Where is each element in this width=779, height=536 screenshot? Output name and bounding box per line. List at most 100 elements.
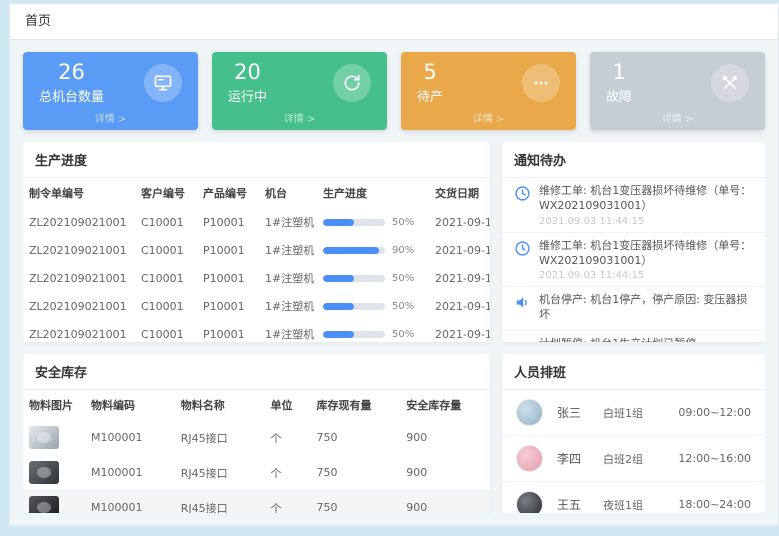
product-no: P10001 [197, 292, 259, 320]
material-image [29, 496, 59, 513]
list-item[interactable]: 计划暂停: 机台1生产计划已暂停 2021.09.03 11:44:15 [502, 331, 765, 342]
progress-bar: 50% [323, 329, 423, 340]
notices-panel: 通知待办 维修工单: 机台1变压器损坏待维修（单号：WX202109031001… [502, 142, 765, 342]
card-total-machines[interactable]: 26 总机台数量 详情 > [23, 52, 198, 130]
machine: 1#注塑机 [259, 208, 317, 236]
person-shift: 白班2组 [603, 451, 669, 467]
waiting-detail-link[interactable]: 详情 > [417, 107, 560, 130]
speaker-icon [514, 338, 531, 342]
card-waiting[interactable]: 5 待产 详情 > [401, 52, 576, 130]
list-item: 李四 白班2组 12:00~16:00 [502, 436, 765, 482]
running-detail-link[interactable]: 详情 > [228, 107, 371, 130]
safety-stock: 900 [400, 455, 490, 490]
avatar [516, 399, 543, 426]
notice-body: 维修工单: 机台1变压器损坏待维修（单号：WX202109031001） 202… [539, 184, 753, 227]
tab-home[interactable]: 首页 [25, 4, 51, 39]
customer-no: C10001 [135, 320, 197, 342]
progress-bar: 50% [323, 273, 423, 284]
machine: 1#注塑机 [259, 264, 317, 292]
table-row: ZL202109021001 C10001 P10001 1#注塑机 90% 2… [23, 236, 490, 264]
waiting-value: 5 [417, 61, 443, 84]
table-header-row: 物料图片 物料编码 物料名称 单位 库存现有量 安全库存量 [23, 390, 490, 420]
customer-no: C10001 [135, 292, 197, 320]
card-text: 26 总机台数量 [39, 61, 104, 105]
table-row: M100001 RJ45接口 个 750 900 [23, 420, 490, 455]
col-current-stock: 库存现有量 [311, 390, 401, 420]
table-row: ZL202109021001 C10001 P10001 1#注塑机 50% 2… [23, 320, 490, 342]
material-name: RJ45接口 [175, 455, 265, 490]
customer-no: C10001 [135, 236, 197, 264]
card-text: 5 待产 [417, 61, 443, 105]
notice-text: 机台停产: 机台1停产，停产原因: 变压器损坏 [539, 293, 753, 323]
avatar [516, 491, 543, 513]
table-header-row: 制令单编号 客户编号 产品编号 机台 生产进度 交货日期 [23, 178, 490, 208]
waiting-label: 待产 [417, 86, 443, 105]
progress-percent: 50% [392, 273, 414, 284]
material-code: M100001 [85, 420, 175, 455]
col-order-no: 制令单编号 [23, 178, 135, 208]
card-running[interactable]: 20 运行中 详情 > [212, 52, 387, 130]
notice-body: 计划暂停: 机台1生产计划已暂停 2021.09.03 11:44:15 [539, 337, 696, 342]
order-no: ZL202109021001 [23, 292, 135, 320]
col-material-name: 物料名称 [175, 390, 265, 420]
production-progress-panel: 生产进度 制令单编号 客户编号 产品编号 机台 生产进度 交货日期 [23, 142, 490, 342]
total-machines-label: 总机台数量 [39, 86, 104, 105]
list-item: 王五 夜班1组 18:00~24:00 [502, 482, 765, 513]
total-machines-value: 26 [39, 61, 104, 84]
list-item[interactable]: 维修工单: 机台1变压器损坏待维修（单号：WX202109031001） 202… [502, 233, 765, 288]
delivery-date: 2021-09-10 [429, 264, 490, 292]
clock-icon [514, 240, 531, 257]
total-machines-detail-link[interactable]: 详情 > [39, 107, 182, 130]
material-code: M100001 [85, 490, 175, 513]
card-body: 1 故障 [606, 61, 749, 105]
unit: 个 [265, 490, 311, 513]
table-row: ZL202109021001 C10001 P10001 1#注塑机 50% 2… [23, 208, 490, 236]
notice-timestamp: 2021.09.03 11:44:15 [539, 216, 753, 227]
safety-stock: 900 [400, 420, 490, 455]
notice-text: 维修工单: 机台1变压器损坏待维修（单号：WX202109031001） [539, 239, 753, 269]
production-progress-title: 生产进度 [23, 142, 490, 178]
order-no: ZL202109021001 [23, 208, 135, 236]
top-navigation-bar: 首页 [10, 4, 778, 40]
table-row: M100001 RJ45接口 个 750 900 [23, 455, 490, 490]
material-code: M100001 [85, 455, 175, 490]
progress-bar: 90% [323, 245, 423, 256]
col-progress: 生产进度 [317, 178, 429, 208]
person-name: 李四 [557, 450, 603, 467]
dashboard-window: 首页 26 总机台数量 详情 > [9, 3, 779, 526]
col-material-image: 物料图片 [23, 390, 85, 420]
fault-icon [711, 64, 749, 102]
product-no: P10001 [197, 208, 259, 236]
staff-schedule-title: 人员排班 [502, 354, 765, 390]
notice-body: 机台停产: 机台1停产，停产原因: 变压器损坏 [539, 293, 753, 325]
safety-stock: 900 [400, 490, 490, 513]
list-item[interactable]: 机台停产: 机台1停产，停产原因: 变压器损坏 [502, 287, 765, 331]
person-name: 张三 [557, 404, 603, 421]
speaker-icon [514, 294, 531, 311]
current-stock: 750 [311, 455, 401, 490]
progress-percent: 50% [392, 329, 414, 340]
progress-percent: 50% [392, 217, 414, 228]
person-shift: 夜班1组 [603, 497, 669, 513]
progress-percent: 90% [392, 245, 414, 256]
fault-detail-link[interactable]: 详情 > [606, 107, 749, 130]
notice-text: 维修工单: 机台1变压器损坏待维修（单号：WX202109031001） [539, 184, 753, 214]
fault-value: 1 [606, 61, 632, 84]
delivery-date: 2021-09-10 [429, 236, 490, 264]
card-fault[interactable]: 1 故障 详情 > [590, 52, 765, 130]
running-label: 运行中 [228, 86, 267, 105]
card-body: 26 总机台数量 [39, 61, 182, 105]
safety-inventory-title: 安全库存 [23, 354, 490, 390]
material-image [29, 426, 59, 449]
running-icon [333, 64, 371, 102]
person-time: 09:00~12:00 [678, 406, 751, 419]
card-body: 20 运行中 [228, 61, 371, 105]
unit: 个 [265, 420, 311, 455]
notice-text: 计划暂停: 机台1生产计划已暂停 [539, 337, 696, 342]
current-stock: 750 [311, 420, 401, 455]
customer-no: C10001 [135, 208, 197, 236]
customer-no: C10001 [135, 264, 197, 292]
notice-timestamp: 2021.09.03 11:44:15 [539, 270, 753, 281]
person-time: 12:00~16:00 [678, 452, 751, 465]
list-item[interactable]: 维修工单: 机台1变压器损坏待维修（单号：WX202109031001） 202… [502, 178, 765, 233]
